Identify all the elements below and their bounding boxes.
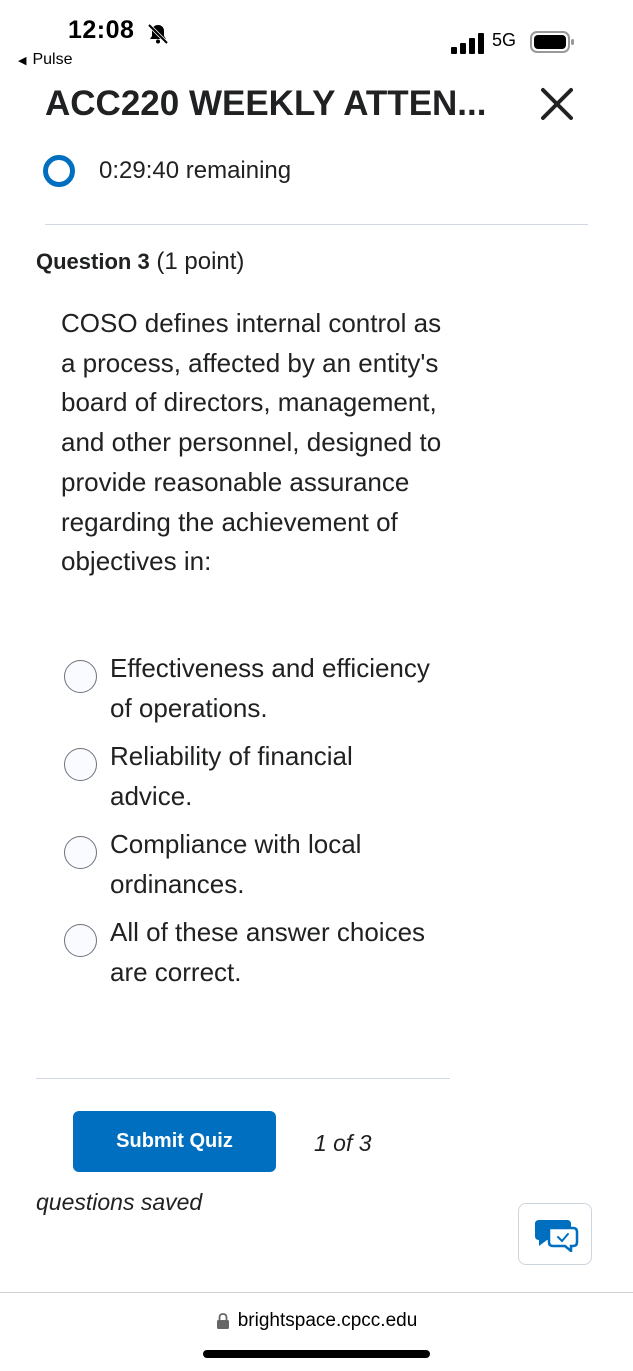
bell-slash-icon bbox=[147, 23, 169, 45]
divider bbox=[36, 1078, 450, 1079]
close-icon[interactable] bbox=[537, 84, 577, 124]
radio-button[interactable] bbox=[64, 660, 97, 693]
answer-option-label: Reliability of financial advice. bbox=[110, 741, 353, 811]
quiz-timer: 0:29:40 remaining bbox=[43, 155, 291, 187]
answer-options: Effectiveness and efficiency of operatio… bbox=[64, 648, 464, 1000]
radio-button[interactable] bbox=[64, 924, 97, 957]
submit-quiz-button[interactable]: Submit Quiz bbox=[73, 1111, 276, 1172]
back-to-app-link[interactable]: ◀ Pulse bbox=[18, 51, 73, 69]
quiz-page: 12:08 ◀ Pulse 5G ACC220 WEEKLY ATTEN... … bbox=[0, 0, 633, 1371]
chat-icon bbox=[535, 1220, 579, 1252]
lock-icon bbox=[216, 1313, 229, 1329]
back-triangle-icon: ◀ bbox=[18, 54, 27, 67]
back-app-label: Pulse bbox=[32, 51, 73, 68]
home-indicator[interactable] bbox=[203, 1350, 430, 1358]
signal-strength-icon bbox=[451, 33, 484, 54]
status-time: 12:08 bbox=[68, 16, 135, 44]
answer-option-label: All of these answer choices are correct. bbox=[110, 917, 426, 987]
url-text: brightspace.cpcc.edu bbox=[237, 1310, 418, 1331]
battery-icon bbox=[530, 31, 574, 53]
saved-label: questions saved bbox=[36, 1189, 203, 1215]
answer-option[interactable]: Compliance with local ordinances. bbox=[64, 824, 464, 912]
answer-option[interactable]: All of these answer choices are correct. bbox=[64, 912, 464, 1000]
answer-option[interactable]: Reliability of financial advice. bbox=[64, 736, 464, 824]
timer-ring-icon bbox=[43, 155, 75, 187]
question-text: COSO defines internal control as a proce… bbox=[61, 308, 442, 577]
question-number: Question 3 bbox=[36, 249, 150, 274]
question-heading: Question 3 (1 point) bbox=[36, 248, 244, 276]
divider bbox=[45, 224, 588, 225]
network-type: 5G bbox=[492, 30, 517, 50]
chat-button[interactable] bbox=[518, 1203, 592, 1265]
browser-divider bbox=[0, 1292, 633, 1293]
timer-text: 0:29:40 remaining bbox=[99, 157, 292, 184]
answer-option[interactable]: Effectiveness and efficiency of operatio… bbox=[64, 648, 464, 736]
answer-option-label: Effectiveness and efficiency of operatio… bbox=[110, 653, 430, 723]
url-bar[interactable]: brightspace.cpcc.edu bbox=[0, 1310, 633, 1332]
quiz-title: ACC220 WEEKLY ATTEN... bbox=[45, 84, 487, 123]
answer-option-label: Compliance with local ordinances. bbox=[110, 829, 362, 899]
saved-count: 1 of 3 bbox=[314, 1130, 372, 1156]
radio-button[interactable] bbox=[64, 748, 97, 781]
radio-button[interactable] bbox=[64, 836, 97, 869]
question-points: (1 point) bbox=[156, 248, 245, 275]
